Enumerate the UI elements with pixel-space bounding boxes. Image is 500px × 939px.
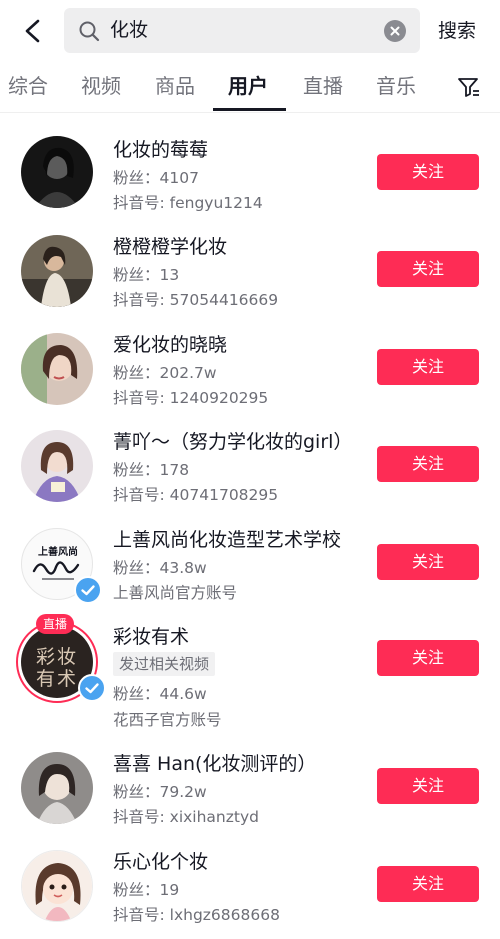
top-search-bar: 化妆 搜索	[0, 0, 500, 62]
fans-count: 粉丝：44.6w	[113, 685, 207, 703]
user-name[interactable]: 彩妆有术	[113, 622, 189, 649]
fans-count: 粉丝：19	[113, 881, 180, 899]
tab-users[interactable]: 用户	[228, 62, 268, 112]
follow-button[interactable]: 关注	[377, 154, 479, 190]
tab-live[interactable]: 直播	[303, 62, 343, 112]
official-account-label: 上善风尚官方账号	[113, 584, 238, 602]
verified-icon	[74, 576, 102, 604]
back-arrow-icon	[25, 19, 40, 43]
clear-icon[interactable]	[384, 20, 406, 42]
follow-button[interactable]: 关注	[377, 446, 479, 482]
account-id: 抖音号: 40741708295	[113, 486, 279, 504]
account-id: 抖音号: 1240920295	[113, 389, 269, 407]
account-id: 抖音号: fengyu1214	[113, 194, 263, 212]
user-name[interactable]: 爱化妆的晓晓	[113, 330, 227, 357]
tab-products[interactable]: 商品	[155, 62, 195, 112]
avatar[interactable]	[21, 136, 93, 208]
search-query: 化妆	[110, 19, 149, 41]
fans-count: 粉丝：79.2w	[113, 783, 207, 801]
follow-button[interactable]: 关注	[377, 768, 479, 804]
follow-button[interactable]: 关注	[377, 866, 479, 902]
active-tab-indicator	[213, 108, 286, 111]
tab-music[interactable]: 音乐	[376, 62, 416, 112]
user-name[interactable]: 喜喜 Han(化妆测评的）	[113, 749, 316, 776]
official-account-label: 花西子官方账号	[113, 711, 222, 729]
avatar[interactable]	[21, 333, 93, 405]
result-tabs: 综合 视频 商品 用户 直播 音乐	[0, 62, 500, 112]
avatar[interactable]	[21, 235, 93, 307]
user-name[interactable]: 上善风尚化妆造型艺术学校	[113, 525, 341, 552]
fans-count: 粉丝：202.7w	[113, 364, 217, 382]
fans-count: 粉丝：178	[113, 461, 190, 479]
account-id: 抖音号: 57054416669	[113, 291, 279, 309]
search-input[interactable]: 化妆	[64, 8, 420, 53]
fans-count: 粉丝：13	[113, 266, 180, 284]
follow-button[interactable]: 关注	[377, 349, 479, 385]
search-submit-button[interactable]: 搜索	[438, 0, 476, 62]
tabs-divider	[0, 112, 500, 113]
related-video-tag: 发过相关视频	[113, 652, 216, 676]
follow-button[interactable]: 关注	[377, 251, 479, 287]
user-name[interactable]: 乐心化个妆	[113, 847, 208, 874]
back-button[interactable]	[16, 14, 50, 48]
user-name[interactable]: 化妆的莓莓	[113, 135, 208, 162]
filter-icon[interactable]	[457, 76, 481, 98]
tab-comprehensive[interactable]: 综合	[8, 62, 48, 112]
avatar[interactable]	[21, 430, 93, 502]
account-id: 抖音号: xixihanztyd	[113, 808, 259, 826]
verified-icon	[78, 674, 106, 702]
fans-count: 粉丝：43.8w	[113, 559, 207, 577]
live-badge: 直播	[36, 614, 75, 634]
fans-count: 粉丝：4107	[113, 169, 199, 187]
follow-button[interactable]: 关注	[377, 544, 479, 580]
follow-button[interactable]: 关注	[377, 640, 479, 676]
tab-videos[interactable]: 视频	[81, 62, 121, 112]
avatar-logo-text: 彩妆有术	[35, 646, 78, 690]
avatar[interactable]	[21, 850, 93, 922]
user-name[interactable]: 菁吖～（努力学化妆的girl）	[113, 427, 352, 454]
avatar[interactable]	[21, 752, 93, 824]
search-icon	[79, 21, 100, 42]
user-name[interactable]: 橙橙橙学化妆	[113, 232, 227, 259]
account-id: 抖音号: lxhgz6868668	[113, 906, 280, 924]
